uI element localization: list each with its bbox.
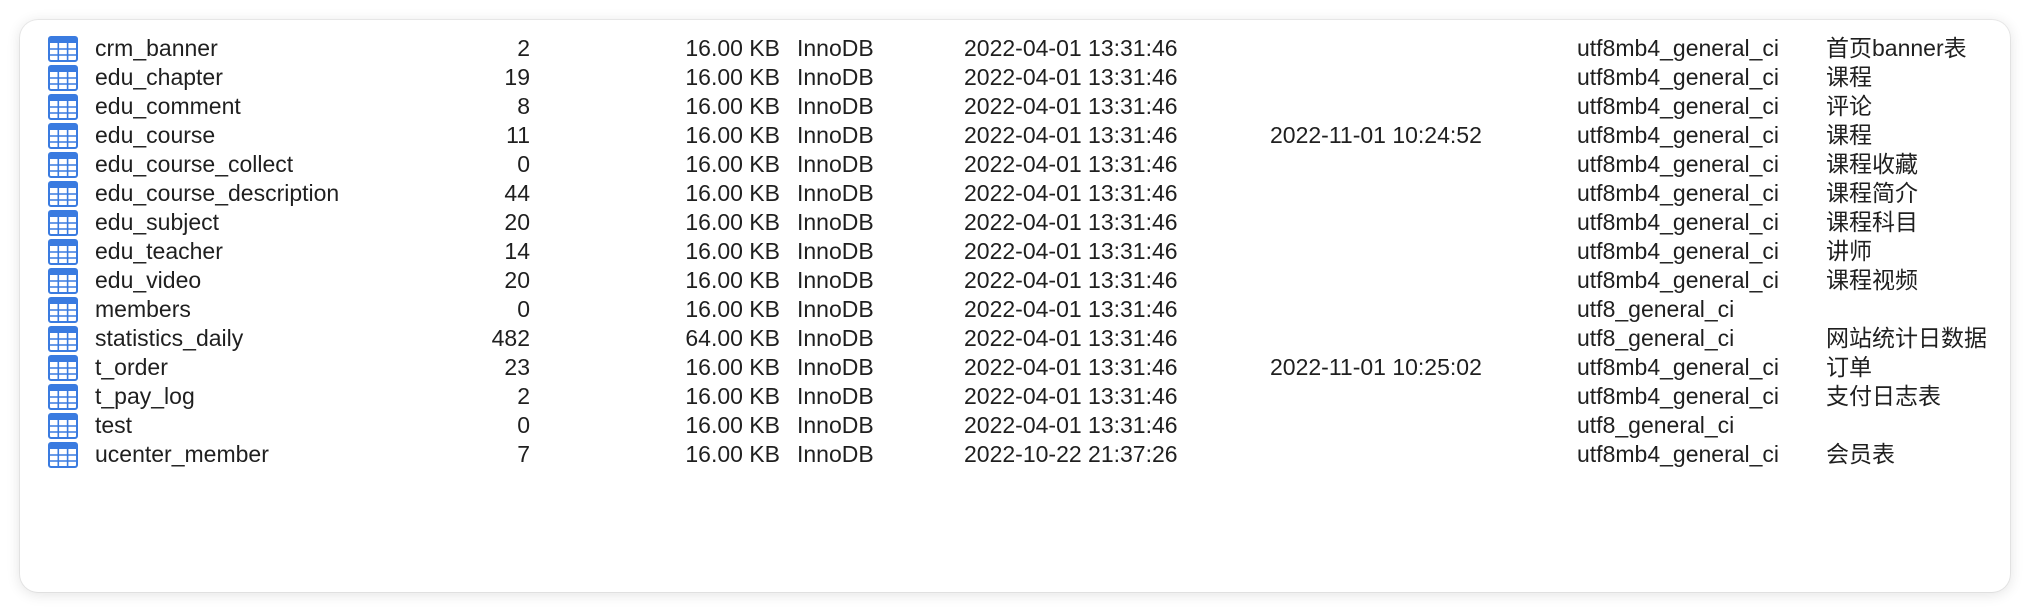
table-name: ucenter_member xyxy=(95,440,269,467)
create-time: 2022-10-22 21:37:26 xyxy=(964,440,1178,467)
collation: utf8mb4_general_ci xyxy=(1577,440,1780,467)
table-icon xyxy=(48,441,78,468)
table-row[interactable]: ucenter_member 7 16.00 KB InnoDB 2022-10… xyxy=(20,436,2010,474)
row-count: 7 xyxy=(517,440,530,467)
data-size: 16.00 KB xyxy=(685,440,780,467)
comment: 会员表 xyxy=(1826,440,1895,467)
table-list-panel: crm_banner 2 16.00 KB InnoDB 2022-04-01 … xyxy=(20,20,2010,592)
engine: InnoDB xyxy=(797,440,874,467)
